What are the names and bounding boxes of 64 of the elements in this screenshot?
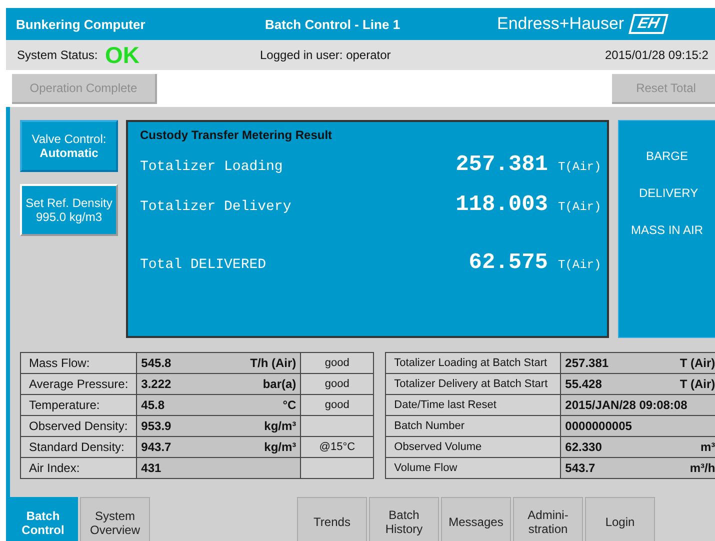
total-value: 118.003 <box>454 192 548 217</box>
nav-tab[interactable]: Admini- stration <box>513 497 583 541</box>
table-cell: 943.7 <box>141 440 172 454</box>
total-unit: T(Air) <box>558 258 602 272</box>
table-cell: Totalizer Loading at Batch Start <box>386 352 561 374</box>
table-cell: Totalizer Delivery at Batch Start <box>386 374 561 394</box>
nav-tab[interactable]: Messages <box>441 497 511 541</box>
nav-tab[interactable]: System Overview <box>80 497 150 541</box>
total-value: 62.575 <box>468 250 548 275</box>
table-cell: Average Pressure: <box>20 374 137 394</box>
nav-tab[interactable]: Login <box>585 497 655 541</box>
total-value: 257.381 <box>454 152 548 177</box>
table-cell: Air Index: <box>20 458 137 478</box>
user-text: Logged in user: operator <box>260 48 392 62</box>
table-cell: Standard Density: <box>20 436 137 458</box>
status-value: OK <box>105 42 140 68</box>
table-cell: 431 <box>141 461 162 475</box>
unit-text: T/h (Air) <box>250 356 296 370</box>
date-time: 2015/01/28 09:15:2 <box>605 48 708 62</box>
mode-label: MASS IN AIR <box>631 223 704 237</box>
total-label: Total DELIVERED <box>140 257 268 273</box>
table-cell: 545.8 <box>141 356 172 370</box>
table-cell: Temperature: <box>20 394 137 416</box>
nav-tab[interactable]: Batch History <box>369 497 439 541</box>
nav-tab[interactable]: Trends <box>297 497 367 541</box>
table-cell: 3.222 <box>141 377 172 391</box>
table-cell: @15°C <box>300 436 374 458</box>
screen-title: Batch Control - Line 1 <box>265 16 402 32</box>
mode-label: BARGE <box>646 149 688 163</box>
table-cell: 543.7 <box>565 461 596 475</box>
mode-label: DELIVERY <box>639 186 698 200</box>
table-cell: 257.381 <box>565 356 609 370</box>
table-cell: Observed Density: <box>20 416 137 436</box>
unit-text: bar(a) <box>262 377 296 391</box>
unit-text: m³/h <box>690 461 715 475</box>
unit-text: kg/m³ <box>264 419 296 433</box>
brand-mark: EH <box>628 14 668 34</box>
total-label: Totalizer Loading <box>140 159 284 175</box>
table-cell: 55.428 <box>565 377 602 391</box>
table-cell: 45.8 <box>141 398 165 412</box>
table-cell: good <box>300 374 374 394</box>
unit-text: m³ <box>700 440 715 454</box>
table-cell: 953.9 <box>141 419 172 433</box>
unit-text: kg/m³ <box>264 440 296 454</box>
panel-title: Custody Transfer Metering Result <box>140 128 334 142</box>
brand-name: Endress+Hauser <box>497 14 624 34</box>
table-cell: Batch Number <box>386 416 561 436</box>
table-cell: Date/Time last Reset <box>386 394 561 416</box>
table-cell: 0000000005 <box>565 419 632 433</box>
table-cell: Volume Flow <box>386 458 561 478</box>
unit-text: T (Air) <box>680 377 715 391</box>
total-unit: T(Air) <box>558 200 602 214</box>
table-cell: good <box>300 394 374 416</box>
table-cell: 2015/JAN/28 09:08:08 <box>565 398 688 412</box>
total-unit: T(Air) <box>558 160 602 174</box>
status-label: System Status: <box>17 48 99 62</box>
unit-text: T (Air) <box>680 356 715 370</box>
table-cell: 62.330 <box>565 440 602 454</box>
app-title: Bunkering Computer <box>16 16 146 32</box>
unit-text: °C <box>282 398 296 412</box>
table-cell: Observed Volume <box>386 436 561 458</box>
total-label: Totalizer Delivery <box>140 199 292 215</box>
table-cell: good <box>300 352 374 374</box>
table-cell: Mass Flow: <box>20 352 137 374</box>
